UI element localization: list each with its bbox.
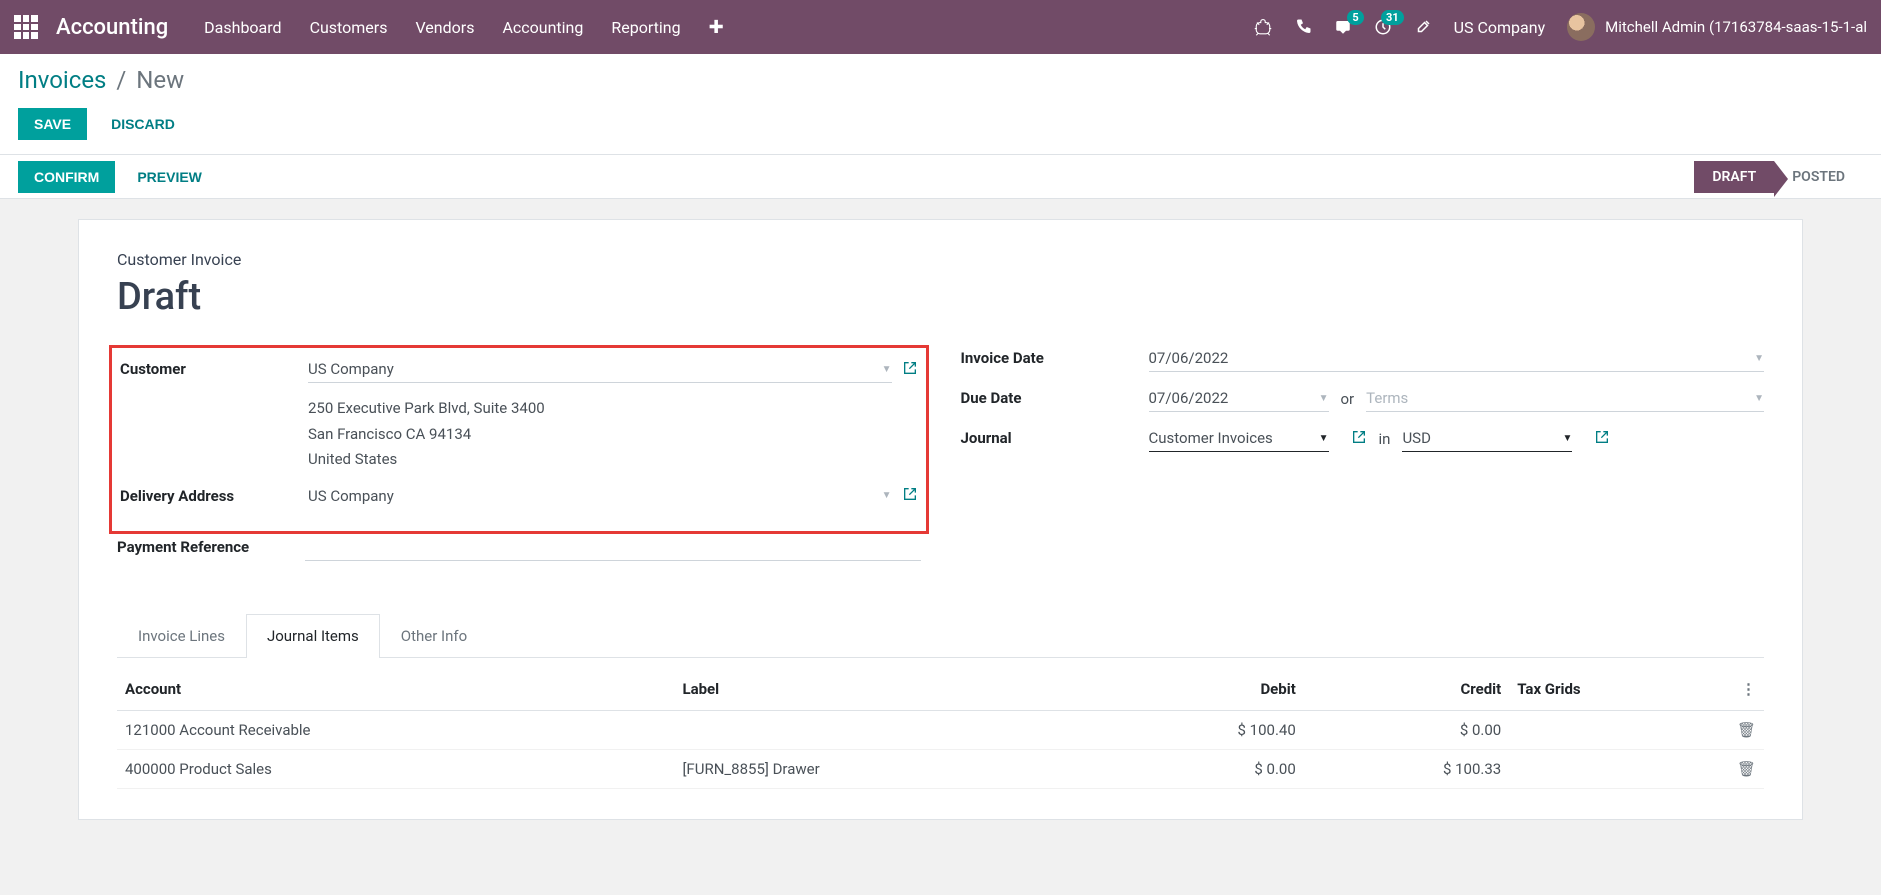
nav-links: Dashboard Customers Vendors Accounting R…: [204, 18, 680, 37]
save-button[interactable]: SAVE: [18, 108, 87, 140]
phone-icon[interactable]: [1294, 18, 1312, 36]
due-date-field[interactable]: 07/06/2022 ▼: [1149, 385, 1329, 412]
breadcrumb-parent[interactable]: Invoices: [18, 66, 106, 94]
activities-icon[interactable]: 31: [1374, 18, 1392, 36]
top-navbar: Accounting Dashboard Customers Vendors A…: [0, 0, 1881, 54]
tab-other-info[interactable]: Other Info: [380, 614, 488, 657]
apps-icon[interactable]: [14, 15, 38, 39]
journal-items-table: Account Label Debit Credit Tax Grids ⋮ 1…: [117, 668, 1764, 789]
chevron-down-icon: ▼: [1319, 433, 1329, 444]
preview-button[interactable]: PREVIEW: [121, 161, 218, 193]
statusbar: CONFIRM PREVIEW DRAFT POSTED: [0, 155, 1881, 199]
status-posted[interactable]: POSTED: [1774, 161, 1863, 193]
label-due-date: Due Date: [961, 385, 1149, 407]
label-journal: Journal: [961, 425, 1149, 447]
label-customer: Customer: [120, 356, 308, 378]
delete-row-icon[interactable]: 🗑: [1737, 721, 1756, 739]
delivery-external-link-icon[interactable]: [902, 486, 918, 506]
messages-icon[interactable]: 5: [1334, 18, 1352, 36]
tools-icon[interactable]: [1414, 18, 1432, 36]
nav-reporting[interactable]: Reporting: [611, 18, 680, 37]
control-panel: Invoices / New SAVE DISCARD: [0, 54, 1881, 155]
columns-menu-icon[interactable]: ⋮: [1741, 680, 1756, 698]
nav-new-icon[interactable]: ✚: [709, 17, 724, 38]
chevron-down-icon: ▼: [1563, 433, 1573, 444]
tab-journal-items[interactable]: Journal Items: [246, 614, 380, 658]
messages-badge: 5: [1347, 10, 1363, 25]
label-delivery: Delivery Address: [120, 483, 308, 505]
tab-invoice-lines[interactable]: Invoice Lines: [117, 614, 246, 657]
journal-field[interactable]: Customer Invoices ▼: [1149, 425, 1329, 452]
breadcrumb-current: New: [136, 66, 184, 94]
nav-dashboard[interactable]: Dashboard: [204, 18, 281, 37]
table-row[interactable]: 121000 Account Receivable $ 100.40 $ 0.0…: [117, 710, 1764, 749]
confirm-button[interactable]: CONFIRM: [18, 161, 115, 193]
form-sheet: Customer Invoice Draft Customer US Compa…: [78, 219, 1803, 820]
col-label: Label: [674, 668, 1098, 711]
customer-field[interactable]: US Company ▼: [308, 356, 892, 383]
payment-terms-field[interactable]: Terms ▼: [1366, 385, 1764, 412]
notebook-tabs: Invoice Lines Journal Items Other Info: [117, 614, 1764, 658]
customer-external-link-icon[interactable]: [902, 360, 918, 380]
chevron-down-icon: ▼: [1754, 393, 1764, 404]
chevron-down-icon: ▼: [1754, 353, 1764, 364]
payment-reference-field[interactable]: [305, 534, 921, 561]
delete-row-icon[interactable]: 🗑: [1737, 760, 1756, 778]
highlight-box: Customer US Company ▼ 250 Executive: [109, 345, 929, 534]
activities-badge: 31: [1381, 10, 1404, 25]
label-payref: Payment Reference: [117, 534, 305, 556]
delivery-field[interactable]: US Company ▼: [308, 483, 892, 509]
currency-field[interactable]: USD ▼: [1402, 425, 1572, 452]
form-subtitle: Customer Invoice: [117, 250, 1764, 269]
company-switcher[interactable]: US Company: [1454, 18, 1546, 37]
discard-button[interactable]: DISCARD: [95, 108, 191, 140]
label-invoice-date: Invoice Date: [961, 345, 1149, 367]
nav-customers[interactable]: Customers: [310, 18, 388, 37]
invoice-date-field[interactable]: 07/06/2022 ▼: [1149, 345, 1765, 372]
col-account: Account: [117, 668, 674, 711]
user-menu[interactable]: Mitchell Admin (17163784-saas-15-1-al: [1567, 13, 1867, 41]
form-title: Draft: [117, 275, 1764, 319]
table-row[interactable]: 400000 Product Sales [FURN_8855] Drawer …: [117, 749, 1764, 788]
brand-title[interactable]: Accounting: [56, 15, 168, 40]
status-draft[interactable]: DRAFT: [1694, 161, 1774, 193]
chevron-down-icon: ▼: [882, 364, 892, 375]
chevron-down-icon: ▼: [1319, 393, 1329, 404]
nav-vendors[interactable]: Vendors: [415, 18, 474, 37]
user-name: Mitchell Admin (17163784-saas-15-1-al: [1605, 18, 1867, 36]
chevron-down-icon: ▼: [882, 490, 892, 501]
col-credit: Credit: [1304, 668, 1509, 711]
journal-external-link-icon[interactable]: [1351, 429, 1367, 449]
col-debit: Debit: [1098, 668, 1303, 711]
customer-address: 250 Executive Park Blvd, Suite 3400 San …: [308, 396, 545, 473]
col-taxgrids: Tax Grids: [1509, 668, 1729, 711]
avatar: [1567, 13, 1595, 41]
breadcrumb: Invoices / New: [18, 66, 1863, 94]
bug-icon[interactable]: [1254, 18, 1272, 36]
nav-accounting[interactable]: Accounting: [502, 18, 583, 37]
currency-external-link-icon[interactable]: [1594, 429, 1610, 449]
